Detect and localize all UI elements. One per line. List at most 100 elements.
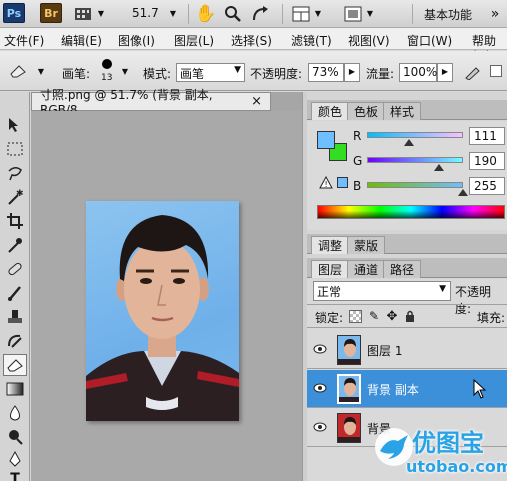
brush-tool-icon[interactable]	[3, 282, 27, 304]
history-brush-icon[interactable]	[3, 330, 27, 352]
brush-preview-icon[interactable]	[98, 57, 116, 71]
airbrush-icon[interactable]	[463, 62, 483, 82]
eraser-tool-icon[interactable]	[8, 61, 28, 81]
eraser-tool-icon[interactable]	[3, 354, 27, 376]
gradient-tool-icon[interactable]	[3, 378, 27, 400]
spectrum-shade	[318, 206, 504, 218]
foreground-swatch[interactable]	[317, 131, 335, 149]
double-chevron-icon[interactable]: »	[484, 3, 506, 25]
close-icon[interactable]: ×	[251, 94, 262, 109]
lock-label: 锁定:	[315, 311, 344, 325]
healing-brush-icon[interactable]	[3, 258, 27, 280]
blue-slider-thumb[interactable]	[458, 189, 468, 196]
tab-paths[interactable]: 路径	[383, 260, 422, 278]
document-tab[interactable]: 寸照.png @ 51.7% (背景 副本, RGB/8... ×	[31, 88, 271, 117]
options-bar: ▼ 画笔: 13 ▼ 模式: 画笔 ▼ 不透明度: 73% ▶ 流量: 100%…	[0, 51, 507, 91]
fill-label: 填充:	[477, 311, 506, 325]
channel-r-label: R	[353, 129, 362, 143]
svg-text:!: !	[325, 180, 328, 189]
clone-stamp-icon[interactable]	[3, 306, 27, 328]
menu-view[interactable]: 视图(V)	[348, 32, 390, 49]
divider	[282, 4, 283, 24]
red-value[interactable]: 111	[469, 127, 505, 145]
pen-tool-icon[interactable]	[3, 448, 27, 470]
magic-wand-icon[interactable]: ✱	[3, 186, 27, 208]
menu-file[interactable]: 文件(F)	[4, 32, 44, 49]
mode-select[interactable]: 画笔 ▼	[176, 63, 245, 82]
blend-mode-select[interactable]: 正常 ▼	[313, 281, 451, 301]
visibility-eye-icon[interactable]	[313, 421, 327, 432]
zoom-value[interactable]: 51.7	[132, 6, 159, 20]
type-tool-icon[interactable]: T	[3, 468, 27, 481]
lock-all-icon[interactable]	[403, 309, 417, 323]
menu-window[interactable]: 窗口(W)	[407, 32, 452, 49]
layer-row-layer1[interactable]: 图层 1	[307, 331, 507, 369]
green-slider-thumb[interactable]	[433, 164, 444, 171]
lock-transparency-icon[interactable]	[349, 310, 362, 323]
spectrum-ramp[interactable]	[317, 205, 505, 219]
red-slider-thumb[interactable]	[403, 139, 414, 146]
tab-channels[interactable]: 通道	[347, 260, 386, 278]
hand-tool-icon[interactable]: ✋	[195, 3, 217, 25]
mode-label: 模式:	[143, 67, 172, 81]
tab-styles[interactable]: 样式	[383, 102, 422, 120]
screen-mode-icon[interactable]	[342, 3, 364, 25]
menu-select[interactable]: 选择(S)	[231, 32, 272, 49]
menu-edit[interactable]: 编辑(E)	[61, 32, 102, 49]
blue-slider[interactable]	[367, 182, 463, 188]
tab-swatches[interactable]: 色板	[347, 102, 386, 120]
layer-row-background-copy[interactable]: 背景 副本	[307, 370, 507, 408]
mouse-cursor-icon	[471, 378, 489, 400]
menu-layer[interactable]: 图层(L)	[174, 32, 214, 49]
menu-image[interactable]: 图像(I)	[118, 32, 155, 49]
blur-tool-icon[interactable]	[3, 402, 27, 424]
green-slider[interactable]	[367, 157, 463, 163]
document-area: 寸照.png @ 51.7% (背景 副本, RGB/8... ×	[31, 88, 302, 481]
lock-position-icon[interactable]: ✥	[385, 309, 399, 324]
tab-layers[interactable]: 图层	[311, 260, 350, 278]
tool-preset-dropdown-icon[interactable]: ▼	[36, 65, 46, 77]
zoom-dropdown-icon[interactable]: ▼	[168, 6, 178, 20]
dodge-tool-icon[interactable]	[3, 426, 27, 448]
move-tool-icon[interactable]	[3, 114, 27, 136]
zoom-tool-icon[interactable]	[222, 3, 244, 25]
visibility-eye-icon[interactable]	[313, 343, 327, 354]
visibility-eye-icon[interactable]	[313, 382, 327, 393]
divider	[412, 4, 413, 24]
menu-filter[interactable]: 滤镜(T)	[291, 32, 332, 49]
chevron-down-icon[interactable]: ▼	[365, 6, 375, 20]
erase-to-history-checkbox[interactable]	[490, 65, 502, 77]
workspace-switcher[interactable]: 基本功能	[424, 6, 472, 23]
brush-picker-icon[interactable]: ▼	[120, 65, 130, 77]
marquee-tool-icon[interactable]	[3, 138, 27, 160]
blue-value[interactable]: 255	[469, 177, 505, 195]
arrange-documents-icon[interactable]	[290, 3, 312, 25]
portrait-photo[interactable]	[86, 201, 239, 421]
rotate-view-icon[interactable]	[250, 3, 272, 25]
red-slider[interactable]	[367, 132, 463, 138]
chevron-down-icon[interactable]: ▼	[96, 6, 106, 20]
ps-logo[interactable]: Ps	[3, 3, 25, 23]
layer-name[interactable]: 背景 副本	[367, 381, 419, 398]
out-of-gamut-swatch[interactable]	[337, 177, 348, 188]
green-value[interactable]: 190	[469, 152, 505, 170]
flow-slider-toggle[interactable]: ▶	[437, 63, 453, 82]
tab-adjustments[interactable]: 调整	[311, 236, 350, 254]
toolbox: ✱ T	[0, 92, 30, 481]
flow-field[interactable]: 100%	[399, 63, 437, 82]
application-bar: Ps Br ▼ 51.7 ▼ ✋ ▼ ▼ 基本功能 »	[0, 0, 507, 28]
opacity-field[interactable]: 73%	[308, 63, 344, 82]
lock-pixels-icon[interactable]: ✎	[367, 309, 381, 323]
layer-name[interactable]: 图层 1	[367, 342, 402, 359]
canvas-area[interactable]	[31, 111, 302, 481]
eyedropper-icon[interactable]	[3, 234, 27, 256]
layer-thumbnail	[337, 413, 361, 443]
lasso-tool-icon[interactable]	[3, 162, 27, 184]
opacity-slider-toggle[interactable]: ▶	[344, 63, 360, 82]
bridge-logo[interactable]: Br	[40, 3, 62, 23]
film-strip-icon[interactable]	[72, 4, 94, 24]
chevron-down-icon[interactable]: ▼	[313, 6, 323, 20]
tab-masks[interactable]: 蒙版	[347, 236, 386, 254]
tab-color[interactable]: 颜色	[311, 102, 350, 120]
crop-tool-icon[interactable]	[3, 210, 27, 232]
